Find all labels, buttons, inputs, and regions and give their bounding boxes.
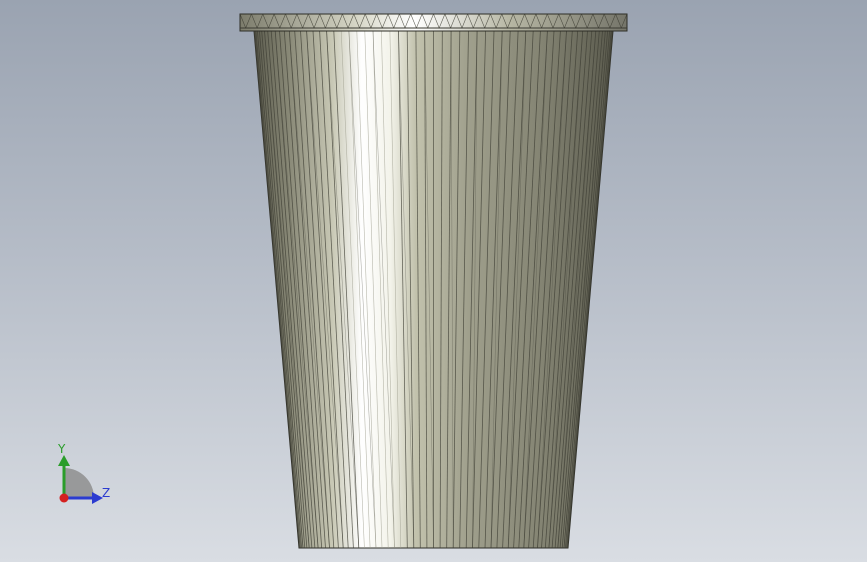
reference-triad: Y Z bbox=[48, 440, 118, 510]
x-axis-dot-icon bbox=[59, 493, 69, 503]
triad-quadrant bbox=[64, 468, 94, 498]
graphics-viewport[interactable]: Y Z bbox=[0, 0, 867, 562]
triad-z-label: Z bbox=[102, 486, 111, 500]
cup-model[interactable] bbox=[0, 0, 867, 562]
y-axis-arrow-icon bbox=[58, 455, 70, 466]
triad-y-label: Y bbox=[58, 442, 66, 456]
